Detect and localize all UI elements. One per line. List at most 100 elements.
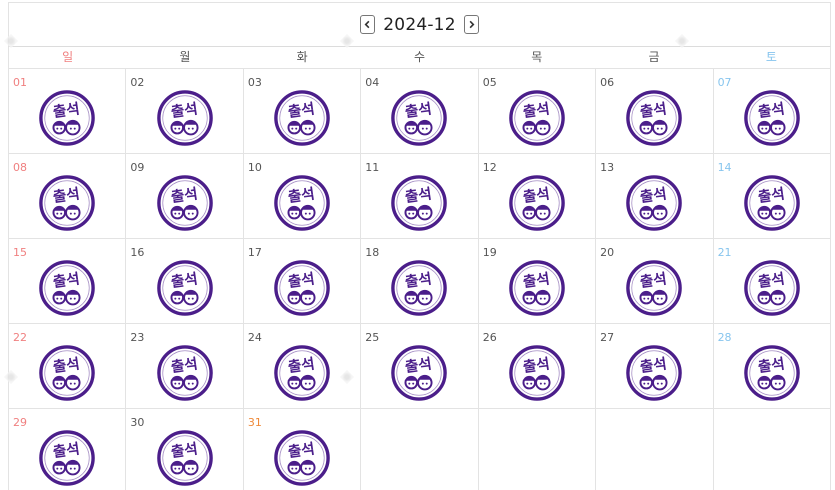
calendar-day-11[interactable]: 11 출석 <box>361 154 479 239</box>
attendance-stamp-icon: 출석 <box>274 430 330 486</box>
calendar-header: 2024-12 <box>8 2 831 47</box>
calendar-day-17[interactable]: 17 출석 <box>243 239 362 324</box>
day-number: 31 <box>247 416 262 429</box>
calendar-day-12[interactable]: 12 출석 <box>478 154 597 239</box>
day-number: 18 <box>365 246 380 259</box>
attendance-stamp-icon: 출석 <box>391 345 448 401</box>
calendar-day-28[interactable]: 28 출석 <box>713 324 831 409</box>
attendance-stamp-icon: 출석 <box>39 345 95 401</box>
calendar-grid: 01 출석 02 출석 03 출석 04 출석 05 출석 06 출석 07 출석 08 출석 09 출석 10 출석… <box>8 69 831 490</box>
attendance-stamp-icon: 출석 <box>509 90 565 146</box>
attendance-stamp-icon: 출석 <box>626 175 683 231</box>
day-number: 10 <box>247 161 262 174</box>
day-number: 05 <box>482 76 497 89</box>
calendar-day-05[interactable]: 05 출석 <box>478 69 597 154</box>
day-number: 19 <box>482 246 497 259</box>
attendance-stamp-icon: 출석 <box>626 345 683 401</box>
calendar-day-25[interactable]: 25 출석 <box>361 324 479 409</box>
day-number: 28 <box>717 331 732 344</box>
attendance-stamp-icon: 출석 <box>39 175 95 231</box>
attendance-stamp-icon: 출석 <box>743 175 800 231</box>
attendance-stamp-icon: 출석 <box>743 260 800 316</box>
weekday-header-row: 일 월 화 수 목 금 토 <box>8 47 831 69</box>
calendar-day-03[interactable]: 03 출석 <box>243 69 362 154</box>
day-number: 26 <box>482 331 497 344</box>
weekday-thu: 목 <box>531 50 543 64</box>
calendar-day-empty <box>361 409 479 490</box>
day-number: 22 <box>13 331 27 344</box>
next-month-button[interactable] <box>463 15 479 34</box>
weekday-mon: 월 <box>179 50 191 64</box>
calendar-day-02[interactable]: 02 출석 <box>126 69 244 154</box>
calendar-day-20[interactable]: 20 출석 <box>596 239 714 324</box>
calendar-day-15[interactable]: 15 출석 <box>9 239 127 324</box>
calendar-day-16[interactable]: 16 출석 <box>126 239 244 324</box>
day-number: 08 <box>13 161 27 174</box>
attendance-stamp-icon: 출석 <box>391 90 448 146</box>
calendar-day-empty <box>596 409 714 490</box>
day-number: 25 <box>365 331 380 344</box>
attendance-stamp-icon: 출석 <box>156 345 213 401</box>
day-number: 12 <box>482 161 497 174</box>
attendance-stamp-icon: 출석 <box>39 260 95 316</box>
calendar-day-31[interactable]: 31 출석 <box>244 409 362 490</box>
day-number: 07 <box>717 76 732 89</box>
calendar-day-06[interactable]: 06 출석 <box>596 69 714 154</box>
calendar-day-27[interactable]: 27 출석 <box>596 324 714 409</box>
day-number: 24 <box>247 331 262 344</box>
calendar-day-21[interactable]: 21 출석 <box>713 239 831 324</box>
calendar-day-04[interactable]: 04 출석 <box>361 69 479 154</box>
attendance-stamp-icon: 출석 <box>391 260 448 316</box>
calendar-day-08[interactable]: 08 출석 <box>9 154 127 239</box>
attendance-stamp-icon: 출석 <box>156 430 213 486</box>
calendar-day-13[interactable]: 13 출석 <box>596 154 714 239</box>
month-title: 2024-12 <box>383 14 456 35</box>
attendance-stamp-icon: 출석 <box>156 90 213 146</box>
day-number: 13 <box>600 161 615 174</box>
day-number: 23 <box>130 331 145 344</box>
calendar-day-01[interactable]: 01 출석 <box>9 69 127 154</box>
weekday-sat: 토 <box>765 50 777 64</box>
calendar-day-29[interactable]: 29 출석 <box>9 409 127 490</box>
day-number: 29 <box>13 416 27 429</box>
calendar-day-09[interactable]: 09 출석 <box>126 154 244 239</box>
chevron-right-icon <box>469 20 475 29</box>
day-number: 06 <box>600 76 615 89</box>
day-number: 15 <box>13 246 27 259</box>
attendance-stamp-icon: 출석 <box>391 175 448 231</box>
attendance-stamp-icon: 출석 <box>743 90 800 146</box>
attendance-stamp-icon: 출석 <box>39 430 95 486</box>
calendar-day-30[interactable]: 30 출석 <box>126 409 244 490</box>
day-number: 16 <box>130 246 145 259</box>
attendance-stamp-icon: 출석 <box>626 260 683 316</box>
calendar-day-19[interactable]: 19 출석 <box>478 239 597 324</box>
calendar-day-14[interactable]: 14 출석 <box>713 154 831 239</box>
day-number: 21 <box>717 246 732 259</box>
calendar-day-18[interactable]: 18 출석 <box>361 239 479 324</box>
calendar-day-23[interactable]: 23 출석 <box>126 324 244 409</box>
day-number: 27 <box>600 331 615 344</box>
calendar-day-07[interactable]: 07 출석 <box>713 69 831 154</box>
weekday-tue: 화 <box>296 50 308 64</box>
calendar-day-empty <box>479 409 597 490</box>
chevron-left-icon <box>364 20 370 29</box>
attendance-stamp-icon: 출석 <box>743 345 800 401</box>
attendance-stamp-icon: 출석 <box>509 345 565 401</box>
attendance-stamp-icon: 출석 <box>274 260 330 316</box>
day-number: 04 <box>365 76 380 89</box>
calendar-day-10[interactable]: 10 출석 <box>243 154 362 239</box>
day-number: 03 <box>247 76 262 89</box>
calendar-day-24[interactable]: 24 출석 <box>243 324 362 409</box>
day-number: 20 <box>600 246 615 259</box>
prev-month-button[interactable] <box>360 15 376 34</box>
day-number: 02 <box>130 76 145 89</box>
attendance-stamp-icon: 출석 <box>626 90 683 146</box>
day-number: 11 <box>365 161 380 174</box>
attendance-stamp-icon: 출석 <box>39 90 95 146</box>
attendance-stamp-icon: 출석 <box>274 90 330 146</box>
attendance-calendar: 2024-12 일 월 화 수 목 금 토 01 출석 02 출석 03 출석 04 출석 05… <box>8 2 831 490</box>
calendar-day-22[interactable]: 22 출석 <box>9 324 127 409</box>
calendar-day-26[interactable]: 26 출석 <box>478 324 597 409</box>
weekday-fri: 금 <box>648 50 660 64</box>
attendance-stamp-icon: 출석 <box>156 175 213 231</box>
